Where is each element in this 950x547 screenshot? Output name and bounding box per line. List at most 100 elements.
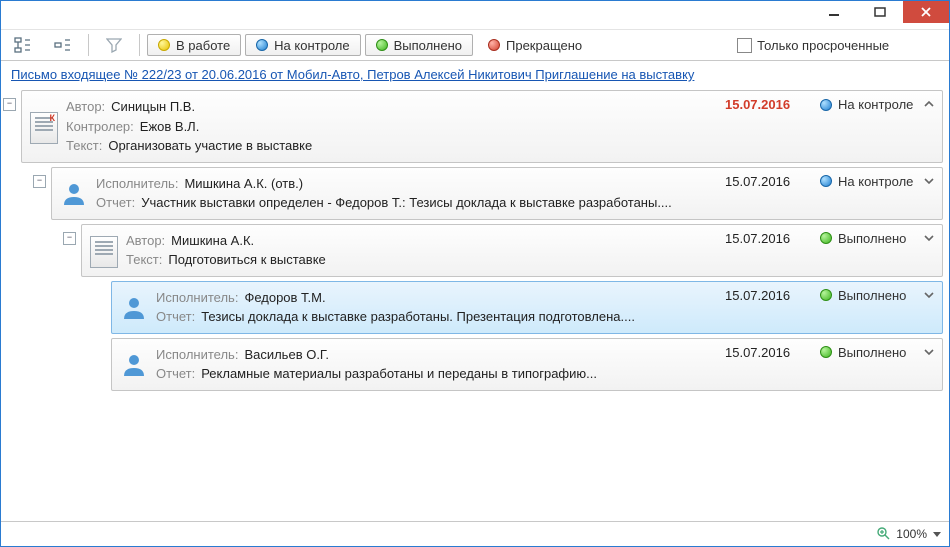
- chevron-down-icon[interactable]: [922, 174, 936, 188]
- card-date: 15.07.2016: [725, 174, 800, 189]
- tree-node: − Автор: Мишкина А.К. Текст: Подготовить…: [67, 224, 943, 391]
- card-date: 15.07.2016: [725, 345, 800, 360]
- executor-card[interactable]: Исполнитель: Мишкина А.К. (отв.) Отчет: …: [51, 167, 943, 220]
- collapse-all-button[interactable]: [45, 32, 81, 58]
- toolbar-separator: [139, 34, 140, 56]
- checkbox-label: Только просроченные: [757, 38, 889, 53]
- task-tree: − Автор: Синицын П.В. Контролер: Ежов В.…: [1, 86, 949, 521]
- chevron-down-icon[interactable]: [922, 231, 936, 245]
- user-icon: [60, 179, 88, 207]
- value-text: Подготовиться к выставке: [168, 250, 325, 270]
- document-icon: [90, 236, 118, 264]
- card-date: 15.07.2016: [725, 97, 800, 112]
- task-card[interactable]: Автор: Мишкина А.К. Текст: Подготовиться…: [81, 224, 943, 277]
- tree-toggle[interactable]: −: [33, 175, 46, 188]
- card-meta: 15.07.2016 Выполнено: [725, 288, 916, 303]
- value-text: Организовать участие в выставке: [108, 136, 312, 156]
- toolbar: В работе На контроле Выполнено Прекращен…: [1, 29, 949, 61]
- card-meta: 15.07.2016 Выполнено: [725, 345, 916, 360]
- label-executor: Исполнитель:: [96, 174, 178, 194]
- label-author: Автор:: [126, 231, 165, 251]
- filter-label: Выполнено: [394, 38, 462, 53]
- label-executor: Исполнитель:: [156, 345, 238, 365]
- status-dot-green-icon: [820, 289, 832, 301]
- label-report: Отчет:: [156, 307, 195, 327]
- status-dot-blue-icon: [256, 39, 268, 51]
- close-button[interactable]: [903, 1, 949, 23]
- filter-label: Прекращено: [506, 38, 582, 53]
- app-window: В работе На контроле Выполнено Прекращен…: [0, 0, 950, 547]
- card-status: Выполнено: [820, 345, 916, 360]
- value-author: Синицын П.В.: [111, 97, 195, 117]
- filter-label: В работе: [176, 38, 230, 53]
- filter-button[interactable]: [96, 32, 132, 58]
- label-report: Отчет:: [96, 193, 135, 213]
- status-text: На контроле: [838, 97, 913, 112]
- status-text: На контроле: [838, 174, 913, 189]
- user-icon: [120, 293, 148, 321]
- card-status: Выполнено: [820, 288, 916, 303]
- value-report: Тезисы доклада к выставке разработаны. П…: [201, 307, 635, 327]
- card-meta: 15.07.2016 Выполнено: [725, 231, 916, 246]
- status-dot-red-icon: [488, 39, 500, 51]
- label-author: Автор:: [66, 97, 105, 117]
- filter-in-work[interactable]: В работе: [147, 34, 241, 56]
- executor-card[interactable]: Исполнитель: Федоров Т.М. Отчет: Тезисы …: [111, 281, 943, 334]
- tree-toggle[interactable]: −: [63, 232, 76, 245]
- task-card[interactable]: Автор: Синицын П.В. Контролер: Ежов В.Л.…: [21, 90, 943, 163]
- tree-node: − Исполнитель: Мишкина А.К. (отв.) Отчет…: [37, 167, 943, 391]
- value-controller: Ежов В.Л.: [140, 117, 200, 137]
- chevron-up-icon[interactable]: [922, 97, 936, 111]
- label-executor: Исполнитель:: [156, 288, 238, 308]
- value-executor: Мишкина А.К. (отв.): [184, 174, 303, 194]
- card-meta: 15.07.2016 На контроле: [725, 174, 916, 189]
- card-status: На контроле: [820, 97, 916, 112]
- zoom-icon[interactable]: [876, 526, 890, 543]
- chevron-down-icon[interactable]: [933, 532, 941, 537]
- value-executor: Федоров Т.М.: [244, 288, 325, 308]
- filter-terminated[interactable]: Прекращено: [477, 34, 593, 56]
- filter-in-control[interactable]: На контроле: [245, 34, 360, 56]
- card-date: 15.07.2016: [725, 231, 800, 246]
- value-report: Рекламные материалы разработаны и переда…: [201, 364, 597, 384]
- status-text: Выполнено: [838, 288, 906, 303]
- value-report: Участник выставки определен - Федоров Т.…: [141, 193, 672, 213]
- status-dot-green-icon: [376, 39, 388, 51]
- maximize-button[interactable]: [857, 1, 903, 23]
- only-overdue-checkbox[interactable]: Только просроченные: [737, 38, 889, 53]
- expand-all-button[interactable]: [5, 32, 41, 58]
- status-dot-green-icon: [820, 232, 832, 244]
- status-text: Выполнено: [838, 345, 906, 360]
- status-dot-yellow-icon: [158, 39, 170, 51]
- chevron-down-icon[interactable]: [922, 345, 936, 359]
- titlebar: [1, 1, 949, 29]
- status-dot-blue-icon: [820, 175, 832, 187]
- user-icon: [120, 350, 148, 378]
- label-text: Текст:: [66, 136, 102, 156]
- value-executor: Васильев О.Г.: [244, 345, 329, 365]
- value-author: Мишкина А.К.: [171, 231, 254, 251]
- document-link-row: Письмо входящее № 222/23 от 20.06.2016 о…: [1, 61, 949, 86]
- status-text: Выполнено: [838, 231, 906, 246]
- chevron-down-icon[interactable]: [922, 288, 936, 302]
- label-report: Отчет:: [156, 364, 195, 384]
- executor-card[interactable]: Исполнитель: Васильев О.Г. Отчет: Реклам…: [111, 338, 943, 391]
- statusbar: 100%: [1, 521, 949, 546]
- label-controller: Контролер:: [66, 117, 134, 137]
- card-date: 15.07.2016: [725, 288, 800, 303]
- toolbar-separator: [88, 34, 89, 56]
- card-status: На контроле: [820, 174, 916, 189]
- card-meta: 15.07.2016 На контроле: [725, 97, 916, 112]
- minimize-button[interactable]: [811, 1, 857, 23]
- document-link[interactable]: Письмо входящее № 222/23 от 20.06.2016 о…: [11, 67, 694, 82]
- status-dot-green-icon: [820, 346, 832, 358]
- document-icon: [30, 112, 58, 140]
- tree-node: − Автор: Синицын П.В. Контролер: Ежов В.…: [7, 90, 943, 391]
- filter-label: На контроле: [274, 38, 349, 53]
- status-dot-blue-icon: [820, 99, 832, 111]
- tree-toggle[interactable]: −: [3, 98, 16, 111]
- filter-done[interactable]: Выполнено: [365, 34, 473, 56]
- label-text: Текст:: [126, 250, 162, 270]
- window-controls: [811, 1, 949, 23]
- zoom-level[interactable]: 100%: [896, 527, 927, 541]
